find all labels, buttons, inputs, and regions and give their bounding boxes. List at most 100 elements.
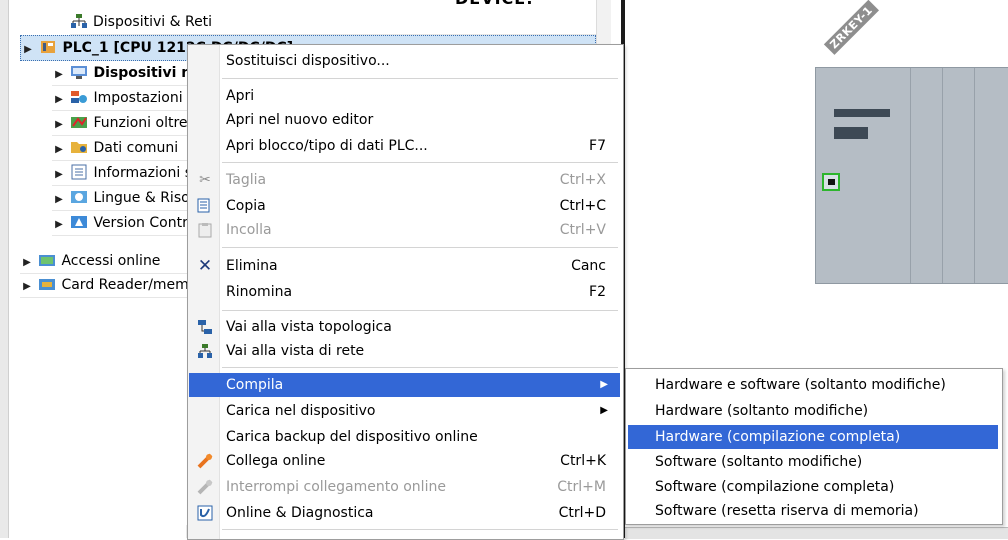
expand-arrow-icon[interactable]: ▶ bbox=[52, 138, 66, 162]
copy-icon bbox=[196, 198, 214, 214]
slot-divider bbox=[942, 68, 943, 283]
device-view-scrollbar[interactable] bbox=[625, 527, 1008, 539]
submenu-item-label: Hardware (soltanto modifiche) bbox=[655, 403, 869, 419]
menu-item-label: Compila bbox=[226, 377, 284, 393]
menu-item-shortcut: Ctrl+D bbox=[558, 505, 606, 521]
expand-arrow-icon[interactable]: ▶ bbox=[21, 38, 35, 62]
ethernet-port-icon[interactable] bbox=[822, 173, 840, 191]
functions-icon bbox=[70, 114, 88, 130]
settings-icon bbox=[70, 89, 88, 105]
disconnect-online-icon bbox=[196, 479, 214, 495]
submenu-item-sw-full[interactable]: Software (compilazione completa) bbox=[628, 475, 998, 499]
menu-item-label: Online & Diagnostica bbox=[226, 505, 374, 521]
submenu-item-label: Software (soltanto modifiche) bbox=[655, 454, 863, 470]
expand-arrow-icon[interactable]: ▶ bbox=[20, 275, 34, 299]
paste-icon bbox=[196, 222, 214, 238]
expand-arrow-icon[interactable]: ▶ bbox=[20, 251, 34, 275]
devices-icon bbox=[70, 64, 88, 80]
expand-arrow-icon[interactable]: ▶ bbox=[52, 188, 66, 212]
submenu-item-hw-full[interactable]: Hardware (compilazione completa) bbox=[628, 425, 998, 449]
submenu-arrow-icon: ▶ bbox=[600, 379, 608, 390]
menu-item-replace-device[interactable]: Sostituisci dispositivo... bbox=[189, 49, 620, 73]
network-view-icon bbox=[196, 343, 214, 359]
menu-item-go-offline[interactable]: Interrompi collegamento online Ctrl+M bbox=[189, 475, 620, 499]
tree-item-devices-networks[interactable]: Dispositivi & Reti bbox=[70, 10, 596, 35]
submenu-item-hw-changes[interactable]: Hardware (soltanto modifiche) bbox=[628, 399, 998, 423]
expand-arrow-icon[interactable]: ▶ bbox=[52, 213, 66, 237]
menu-item-label: Carica nel dispositivo bbox=[226, 403, 376, 419]
submenu-item-sw-reset-memory[interactable]: Software (resetta riserva di memoria) bbox=[628, 499, 998, 523]
menu-separator bbox=[222, 78, 618, 79]
menu-item-label: Interrompi collegamento online bbox=[226, 479, 446, 495]
menu-item-label: Sostituisci dispositivo... bbox=[226, 53, 390, 69]
menu-item-label: Carica backup del dispositivo online bbox=[226, 429, 478, 445]
scissors-icon: ✂ bbox=[199, 172, 211, 188]
menu-item-shortcut: Ctrl+X bbox=[559, 172, 606, 188]
menu-separator bbox=[222, 247, 618, 248]
plc-device-graphic[interactable] bbox=[815, 67, 1008, 284]
menu-item-copy[interactable]: Copia Ctrl+C bbox=[189, 194, 620, 218]
tree-item-label: Accessi online bbox=[61, 253, 161, 269]
expand-arrow-icon[interactable]: ▶ bbox=[52, 63, 66, 87]
menu-item-rename[interactable]: Rinomina F2 bbox=[189, 280, 620, 304]
menu-separator bbox=[222, 162, 618, 163]
menu-item-label: Vai alla vista di rete bbox=[226, 343, 365, 359]
menu-item-shortcut: Canc bbox=[571, 258, 606, 274]
menu-item-cut[interactable]: ✂ Taglia Ctrl+X bbox=[189, 168, 620, 192]
menu-item-delete[interactable]: ✕ Elimina Canc bbox=[189, 254, 620, 278]
plc-display-bar bbox=[834, 109, 890, 117]
menu-item-label: Taglia bbox=[226, 172, 267, 188]
version-control-icon bbox=[70, 214, 88, 230]
tree-item-label: Dispositivi & Reti bbox=[93, 14, 213, 30]
menu-item-compile[interactable]: Compila ▶ bbox=[189, 373, 620, 397]
menu-item-label: Apri blocco/tipo di dati PLC... bbox=[226, 138, 428, 154]
menu-item-upload-backup[interactable]: Carica backup del dispositivo online bbox=[189, 425, 620, 449]
menu-item-label: Apri bbox=[226, 88, 255, 104]
menu-item-paste[interactable]: Incolla Ctrl+V bbox=[189, 218, 620, 242]
data-icon bbox=[70, 139, 88, 155]
submenu-item-label: Software (resetta riserva di memoria) bbox=[655, 503, 919, 519]
menu-item-go-online[interactable]: Collega online Ctrl+K bbox=[189, 449, 620, 473]
menu-item-label: Vai alla vista topologica bbox=[226, 319, 392, 335]
submenu-item-label: Software (compilazione completa) bbox=[655, 479, 895, 495]
languages-icon bbox=[70, 189, 88, 205]
submenu-arrow-icon: ▶ bbox=[600, 405, 608, 416]
delete-icon: ✕ bbox=[197, 256, 213, 276]
context-menu: Sostituisci dispositivo... Apri Apri nel… bbox=[187, 44, 624, 540]
plc-icon bbox=[39, 39, 57, 55]
submenu-item-label: Hardware e software (soltanto modifiche) bbox=[655, 377, 946, 393]
menu-item-open-new-editor[interactable]: Apri nel nuovo editor bbox=[189, 108, 620, 132]
document-icon bbox=[70, 164, 88, 180]
menu-separator bbox=[222, 310, 618, 311]
menu-separator bbox=[222, 529, 618, 530]
menu-item-topology-view[interactable]: Vai alla vista topologica bbox=[189, 315, 620, 339]
menu-item-shortcut: Ctrl+M bbox=[557, 479, 606, 495]
menu-item-shortcut: Ctrl+K bbox=[560, 453, 606, 469]
slot-divider bbox=[974, 68, 975, 283]
menu-item-open-block[interactable]: Apri blocco/tipo di dati PLC... F7 bbox=[189, 134, 620, 158]
online-access-icon bbox=[38, 252, 56, 268]
menu-item-label: Copia bbox=[226, 198, 266, 214]
compile-submenu: Hardware e software (soltanto modifiche)… bbox=[625, 368, 1003, 525]
submenu-item-hw-sw-changes[interactable]: Hardware e software (soltanto modifiche) bbox=[628, 373, 998, 397]
menu-item-online-diagnostics[interactable]: Online & Diagnostica Ctrl+D bbox=[189, 501, 620, 525]
menu-item-shortcut: Ctrl+V bbox=[559, 222, 606, 238]
menu-item-download-to-device[interactable]: Carica nel dispositivo ▶ bbox=[189, 399, 620, 423]
expand-arrow-icon[interactable]: ▶ bbox=[52, 163, 66, 187]
slot-divider bbox=[910, 68, 911, 283]
tree-item-label: Version Control bbox=[93, 215, 200, 231]
menu-item-label: Incolla bbox=[226, 222, 272, 238]
tree-left-bar bbox=[0, 0, 9, 538]
expand-arrow-icon[interactable]: ▶ bbox=[52, 113, 66, 137]
expand-arrow-icon[interactable]: ▶ bbox=[52, 88, 66, 112]
submenu-item-sw-changes[interactable]: Software (soltanto modifiche) bbox=[628, 450, 998, 474]
menu-item-shortcut: F2 bbox=[589, 284, 606, 300]
topology-icon bbox=[196, 319, 214, 335]
submenu-item-label: Hardware (compilazione completa) bbox=[655, 429, 901, 445]
connect-online-icon bbox=[196, 453, 214, 469]
menu-item-open[interactable]: Apri bbox=[189, 84, 620, 108]
menu-item-network-view[interactable]: Vai alla vista di rete bbox=[189, 339, 620, 363]
menu-item-label: Rinomina bbox=[226, 284, 293, 300]
card-reader-icon bbox=[38, 276, 56, 292]
menu-item-label: Elimina bbox=[226, 258, 278, 274]
